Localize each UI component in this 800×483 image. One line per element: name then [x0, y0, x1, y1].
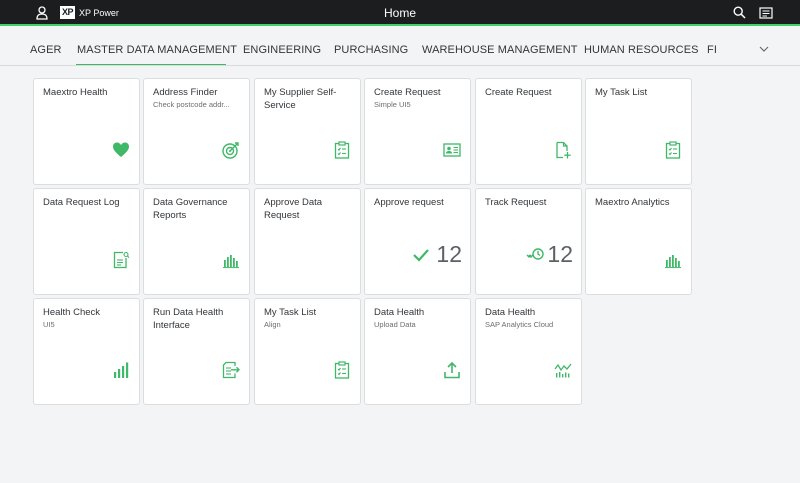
tile-title: Approve Data Request [264, 197, 323, 221]
clipboard-checklist-icon [334, 361, 350, 379]
tile-subtitle: Upload Data [374, 320, 416, 329]
tile-subtitle: Simple UI5 [374, 100, 411, 109]
tile-subtitle: Align [264, 320, 281, 329]
add-document-icon [556, 141, 571, 159]
tile-title: Create Request [485, 87, 552, 98]
tab-purchasing[interactable]: PURCHASING [334, 44, 408, 56]
tile-data-governance-reports[interactable]: Data Governance Reports [143, 188, 250, 295]
tile-title: Maextro Analytics [595, 197, 670, 208]
kpi-indicator: 12 [526, 243, 573, 266]
tile-data-health-sac[interactable]: Data Health SAP Analytics Cloud [475, 298, 582, 405]
tile-title: Data Health [485, 307, 536, 318]
page-title: Home [383, 6, 416, 20]
tile-title: My Supplier Self-Service [264, 87, 337, 111]
clipboard-checklist-icon [665, 141, 681, 159]
tile-title: Health Check [43, 307, 101, 318]
tile-title: My Task List [264, 307, 317, 318]
bar-chart-icon [665, 255, 681, 269]
tile-create-request-simple[interactable]: Create Request Simple UI5 [364, 78, 471, 185]
document-search-icon [113, 251, 130, 269]
vertical-bar-chart-icon [114, 362, 129, 378]
tile-create-request[interactable]: Create Request [475, 78, 582, 185]
tile-title: Track Request [485, 197, 547, 208]
bar-chart-icon [223, 255, 239, 269]
chevron-down-icon[interactable] [758, 44, 770, 54]
tile-run-data-health-interface[interactable]: Run Data Health Interface [143, 298, 250, 405]
tile-title: Run Data Health Interface [153, 307, 224, 331]
tile-title: Maextro Health [43, 87, 108, 98]
tab-human-resources[interactable]: HUMAN RESOURCES [584, 44, 699, 56]
group-tab-bar: AGER MASTER DATA MANAGEMENT ENGINEERING … [0, 28, 800, 66]
heart-icon [113, 142, 129, 157]
tile-data-request-log[interactable]: Data Request Log [33, 188, 140, 295]
checkmark-icon [413, 248, 430, 262]
line-chart-icon [554, 363, 572, 378]
active-tab-indicator [76, 64, 226, 65]
tile-title: My Task List [595, 87, 648, 98]
document-export-icon [222, 361, 240, 379]
tile-title: Create Request [374, 87, 441, 98]
tile-data-health-upload[interactable]: Data Health Upload Data [364, 298, 471, 405]
history-icon [526, 247, 545, 260]
tile-title: Data Request Log [43, 197, 120, 208]
tile-my-supplier-self-service[interactable]: My Supplier Self-Service [254, 78, 361, 185]
tile-subtitle: Check postcode addr... [153, 100, 230, 109]
kpi-value: 12 [436, 241, 462, 267]
tile-maextro-analytics[interactable]: Maextro Analytics [585, 188, 692, 295]
tile-my-task-list-align[interactable]: My Task List Align [254, 298, 361, 405]
target-icon [222, 142, 239, 159]
kpi-value: 12 [547, 241, 573, 267]
clipboard-checklist-icon [334, 141, 350, 159]
tile-title: Data Governance Reports [153, 197, 228, 221]
contact-card-icon [443, 143, 461, 157]
tab-warehouse-management[interactable]: WAREHOUSE MANAGEMENT [422, 44, 578, 56]
tile-my-task-list[interactable]: My Task List [585, 78, 692, 185]
tile-approve-request[interactable]: Approve request 12 [364, 188, 471, 295]
tile-maextro-health[interactable]: Maextro Health [33, 78, 140, 185]
tile-subtitle: SAP Analytics Cloud [485, 320, 554, 329]
tab-engineering[interactable]: ENGINEERING [243, 44, 321, 56]
tile-title: Address Finder [153, 87, 218, 98]
shell-bar: XP XP Power Home [0, 0, 800, 26]
kpi-indicator: 12 [412, 243, 462, 266]
tile-track-request[interactable]: Track Request 12 [475, 188, 582, 295]
upload-icon [444, 361, 460, 379]
tile-title: Data Health [374, 307, 425, 318]
tab-master-data-management[interactable]: MASTER DATA MANAGEMENT [77, 44, 237, 56]
tile-approve-data-request[interactable]: Approve Data Request [254, 188, 361, 295]
tile-subtitle: UI5 [43, 320, 55, 329]
tile-address-finder[interactable]: Address Finder Check postcode addr... [143, 78, 250, 185]
search-icon[interactable] [733, 6, 746, 19]
notifications-icon[interactable] [759, 7, 773, 19]
tile-title: Approve request [374, 197, 444, 208]
tab-manager[interactable]: AGER [30, 44, 62, 56]
tab-finance[interactable]: FI [707, 44, 717, 56]
tile-health-check[interactable]: Health Check UI5 [33, 298, 140, 405]
